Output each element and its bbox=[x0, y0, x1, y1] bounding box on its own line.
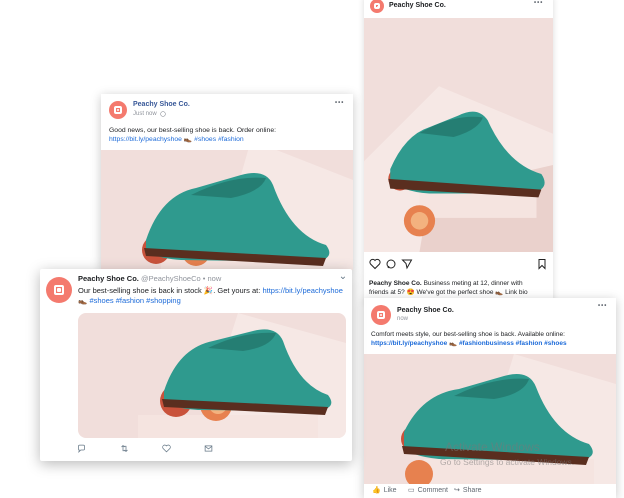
post-photo bbox=[364, 18, 553, 252]
handle-and-time: @PeachyShoeCo • now bbox=[140, 274, 222, 283]
avatar[interactable] bbox=[46, 277, 72, 303]
shoe-photo-image bbox=[78, 313, 346, 438]
like-label: Like bbox=[383, 486, 397, 494]
post-text-body: Good news, our best-selling shoe is back… bbox=[109, 127, 276, 134]
share-icon[interactable] bbox=[401, 258, 413, 270]
reply-icon[interactable] bbox=[76, 443, 86, 453]
shoe-photo-image bbox=[101, 150, 353, 270]
linkedin-post-card: Peachy Shoe Co. now ••• Comfort meets st… bbox=[364, 298, 616, 498]
caption-text: Business meting at 12, dinner with bbox=[423, 280, 523, 287]
caption-account-name[interactable]: Peachy Shoe Co. bbox=[369, 280, 422, 287]
bookmark-icon[interactable] bbox=[536, 258, 548, 270]
more-options-icon[interactable]: ••• bbox=[534, 0, 543, 6]
shoe-emoji: 👞 bbox=[449, 339, 458, 347]
twitter-post-card: Peachy Shoe Co. @PeachyShoeCo • now ⌄ Ou… bbox=[40, 269, 352, 461]
tweet-hashtags[interactable]: #shoes #fashion #shopping bbox=[89, 296, 180, 305]
post-time: now bbox=[397, 316, 409, 322]
activation-watermark-title: Activate Windows bbox=[445, 440, 540, 454]
tweet-text: Our best-selling shoe is back in stock 🎉… bbox=[78, 286, 348, 306]
tweet-link[interactable]: https://bit.ly/peachyshoe bbox=[262, 286, 342, 295]
post-text: Good news, our best-selling shoe is back… bbox=[109, 126, 349, 144]
heart-icon[interactable] bbox=[369, 258, 381, 270]
chevron-down-icon[interactable]: ⌄ bbox=[338, 271, 348, 282]
activation-watermark-subtitle: Go to Settings to activate Windows. bbox=[440, 457, 575, 467]
tweet-text-body: Our best-selling shoe is back in stock 🎉… bbox=[78, 286, 261, 295]
account-name[interactable]: Peachy Shoe Co. bbox=[78, 274, 139, 283]
post-hashtags[interactable]: #fashionbusiness #fashion #shoes bbox=[459, 340, 567, 347]
caption: Peachy Shoe Co. Business meting at 12, d… bbox=[369, 280, 549, 298]
post-link[interactable]: https://bit.ly/peachyshoe bbox=[109, 136, 182, 143]
account-name[interactable]: Peachy Shoe Co. bbox=[133, 101, 190, 108]
post-text: Comfort meets style, our best-selling sh… bbox=[371, 331, 611, 349]
tweet-photo[interactable] bbox=[78, 313, 346, 438]
comment-icon[interactable] bbox=[385, 258, 397, 270]
share-label: Share bbox=[462, 486, 482, 494]
shoe-photo-image bbox=[364, 18, 553, 252]
globe-icon bbox=[159, 110, 166, 117]
avatar[interactable] bbox=[370, 0, 384, 13]
shoe-emoji: 👞 bbox=[183, 136, 193, 144]
shoe-emoji: 👞 bbox=[78, 296, 88, 306]
avatar[interactable] bbox=[109, 101, 127, 119]
account-name[interactable]: Peachy Shoe Co. bbox=[389, 2, 446, 9]
avatar[interactable] bbox=[371, 305, 391, 325]
post-time[interactable]: Just now bbox=[133, 111, 157, 117]
account-name[interactable]: Peachy Shoe Co. bbox=[397, 307, 454, 314]
more-options-icon[interactable]: ••• bbox=[335, 100, 344, 106]
instagram-post-card: Peachy Shoe Co. ••• Peachy Shoe Co. Busi… bbox=[364, 0, 553, 304]
post-photo bbox=[101, 150, 353, 270]
facebook-post-card: Peachy Shoe Co. Just now ••• Good news, … bbox=[101, 94, 353, 270]
post-hashtags[interactable]: #shoes #fashion bbox=[194, 136, 244, 143]
more-options-icon[interactable]: ••• bbox=[598, 303, 607, 309]
post-link[interactable]: https://bit.ly/peachyshoe bbox=[371, 340, 447, 347]
direct-message-icon[interactable] bbox=[203, 443, 213, 453]
retweet-icon[interactable] bbox=[119, 443, 129, 453]
tweet-header: Peachy Shoe Co. @PeachyShoeCo • now bbox=[78, 274, 221, 284]
comment-label: Comment bbox=[417, 486, 448, 494]
caption-text-line2: friends at 5? 😍 We've got the perfect sh… bbox=[369, 288, 528, 296]
like-heart-icon[interactable] bbox=[161, 443, 171, 453]
post-text-body: Comfort meets style, our best-selling sh… bbox=[371, 331, 565, 338]
